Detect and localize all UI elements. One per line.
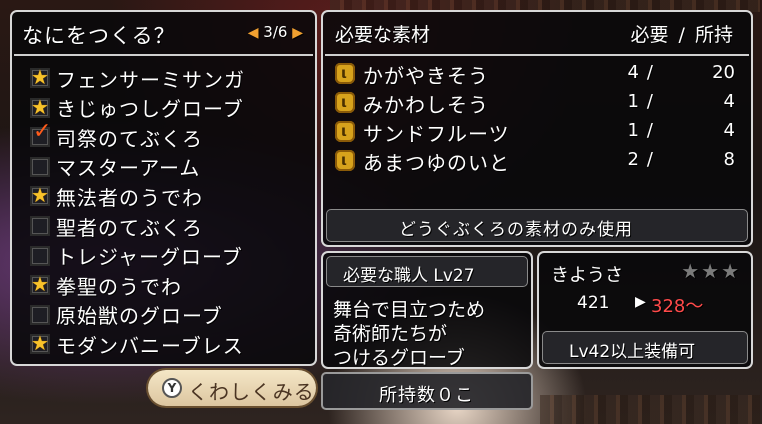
divider <box>14 54 313 56</box>
recipe-item-label: 聖者のてぶくろ <box>56 215 203 240</box>
difficulty-panel: きようさ ★★★ 421 ▶ 328～ Lv42以上装備可 <box>537 251 753 369</box>
recipe-item-label: 無法者のうでわ <box>56 185 203 210</box>
owned-count-box: 所持数０こ <box>321 372 533 410</box>
recipe-item-label: 原始獣のグローブ <box>56 304 223 329</box>
material-slash: / <box>646 91 653 112</box>
required-craftsman-header: 必要な職人 Lv27 <box>326 256 528 287</box>
item-description-line: つけるグローブ <box>333 347 465 369</box>
recipe-item-label: モダンバニーブレス <box>56 333 244 358</box>
material-bag-icon <box>335 63 355 84</box>
recipe-list-item[interactable]: ★ フェンサーミサンガ <box>30 64 245 92</box>
material-row: かがやきそう 4 / 20 <box>335 60 735 88</box>
material-have: 20 <box>712 62 735 83</box>
recipe-item-label: トレジャーグローブ <box>56 245 243 270</box>
recipe-list-item[interactable]: ★ モダンバニーブレス <box>30 330 244 358</box>
skill-label: きようさ <box>551 265 623 286</box>
equip-level-box: Lv42以上装備可 <box>542 331 748 364</box>
material-have: 8 <box>723 149 735 170</box>
material-row: サンドフルーツ 1 / 4 <box>335 118 735 146</box>
detail-button[interactable]: Y くわしくみる <box>148 370 316 406</box>
material-bag-icon <box>335 121 355 142</box>
skill-next-value: 328～ <box>651 296 704 317</box>
recipe-list-item[interactable]: 聖者のてぶくろ <box>30 212 203 240</box>
divider <box>325 54 749 56</box>
recipe-list-item[interactable]: 原始獣のグローブ <box>30 301 223 329</box>
required-craftsman-label: 必要な職人 Lv27 <box>343 266 475 286</box>
page-next-icon[interactable]: ▶ <box>292 25 303 41</box>
checkbox[interactable] <box>30 216 50 236</box>
material-need: 1 <box>627 120 639 141</box>
checkbox[interactable] <box>30 245 50 266</box>
checkmark-icon[interactable]: ✓ <box>30 121 51 148</box>
item-description-line: 舞台で目立つため <box>333 299 486 321</box>
material-slash: / <box>646 62 653 83</box>
material-name: サンドフルーツ <box>363 122 510 146</box>
recipe-item-label: 拳聖のうでわ <box>56 274 182 299</box>
material-name: あまつゆのいと <box>363 151 510 175</box>
material-bag-icon <box>335 150 355 171</box>
materials-panel: 必要な素材 必要 / 所持 かがやきそう4/20みかわしそう1/4サンドフルーツ… <box>321 10 753 247</box>
bag-only-label: どうぐぶくろの素材のみ使用 <box>399 220 633 240</box>
page-prev-icon[interactable]: ◀ <box>248 25 259 41</box>
star-icon[interactable]: ★ <box>30 333 50 355</box>
y-button-icon: Y <box>162 378 182 398</box>
material-have: 4 <box>723 91 735 112</box>
recipe-list-item[interactable]: ★ きじゅつしグローブ <box>30 94 244 122</box>
recipe-list-title: なにをつくる？ <box>22 24 176 48</box>
materials-column-header: 必要 / 所持 <box>630 24 733 46</box>
background-bookshelf <box>540 395 760 424</box>
arrow-right-icon: ▶ <box>635 294 646 310</box>
star-icon[interactable]: ★ <box>30 185 50 207</box>
material-need: 4 <box>627 62 639 83</box>
recipe-item-label: きじゅつしグローブ <box>56 97 244 122</box>
recipe-list-item[interactable]: マスターアーム <box>30 153 200 181</box>
recipe-list-item[interactable]: ✓ 司祭のてぶくろ <box>30 121 203 151</box>
recipe-item-label: 司祭のてぶくろ <box>56 126 203 151</box>
material-name: かがやきそう <box>363 64 489 88</box>
material-name: みかわしそう <box>363 93 489 117</box>
owned-count-label: 所持数０こ <box>379 385 474 406</box>
material-slash: / <box>646 149 653 170</box>
star-icon[interactable]: ★ <box>30 97 50 118</box>
skill-base-value: 421 <box>577 293 610 313</box>
material-have: 4 <box>723 120 735 141</box>
material-need: 1 <box>627 91 639 112</box>
material-row: あまつゆのいと 2 / 8 <box>335 147 735 175</box>
star-icon[interactable]: ★ <box>30 67 50 88</box>
recipe-list-panel: なにをつくる？ ◀ 3/6 ▶ ★ フェンサーミサンガ ★ きじゅつしグローブ ✓ 司祭の… <box>10 10 317 366</box>
material-slash: / <box>646 120 653 141</box>
difficulty-stars-icon: ★★★ <box>681 259 741 283</box>
recipe-item-label: フェンサーミサンガ <box>56 67 245 92</box>
item-description-line: 奇術師たちが <box>333 323 448 345</box>
page-indicator[interactable]: ◀ 3/6 ▶ <box>248 23 303 41</box>
material-bag-icon <box>335 92 355 113</box>
material-need: 2 <box>627 149 639 170</box>
materials-title: 必要な素材 <box>335 24 431 46</box>
recipe-item-label: マスターアーム <box>56 156 201 181</box>
recipe-list-item[interactable]: トレジャーグローブ <box>30 242 243 270</box>
equip-level-label: Lv42以上装備可 <box>569 342 696 362</box>
recipe-list-item[interactable]: ★ 無法者のうでわ <box>30 182 203 210</box>
checkbox[interactable] <box>30 156 50 177</box>
star-icon[interactable]: ★ <box>30 274 50 296</box>
page-number: 3/6 <box>263 23 288 41</box>
detail-button-label: くわしくみる <box>188 380 315 404</box>
bag-only-toggle[interactable]: どうぐぶくろの素材のみ使用 <box>326 209 748 242</box>
recipe-list-item[interactable]: ★ 拳聖のうでわ <box>30 271 182 299</box>
material-row: みかわしそう 1 / 4 <box>335 89 735 117</box>
craft-info-panel: 必要な職人 Lv27 舞台で目立つため 奇術師たちが つけるグローブ <box>321 251 533 369</box>
checkbox[interactable] <box>30 304 50 325</box>
